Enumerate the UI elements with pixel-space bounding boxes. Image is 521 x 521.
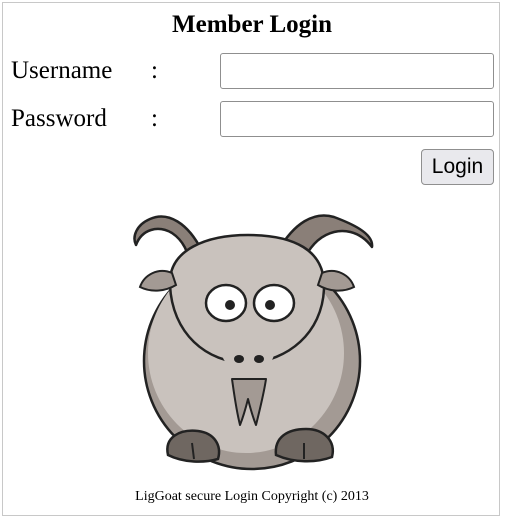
goat-mascot-icon <box>133 214 374 471</box>
password-label: Password <box>11 105 107 132</box>
password-input[interactable] <box>220 101 494 137</box>
password-colon: : <box>151 105 158 132</box>
username-colon: : <box>151 57 158 84</box>
page-title: Member Login <box>172 11 332 38</box>
login-button[interactable]: Login <box>421 149 494 185</box>
copyright-footer: LigGoat secure Login Copyright (c) 2013 <box>135 489 369 504</box>
username-input[interactable] <box>220 53 494 89</box>
login-panel: Member Login Username : Password : Login <box>2 2 500 516</box>
username-label: Username <box>11 57 113 84</box>
